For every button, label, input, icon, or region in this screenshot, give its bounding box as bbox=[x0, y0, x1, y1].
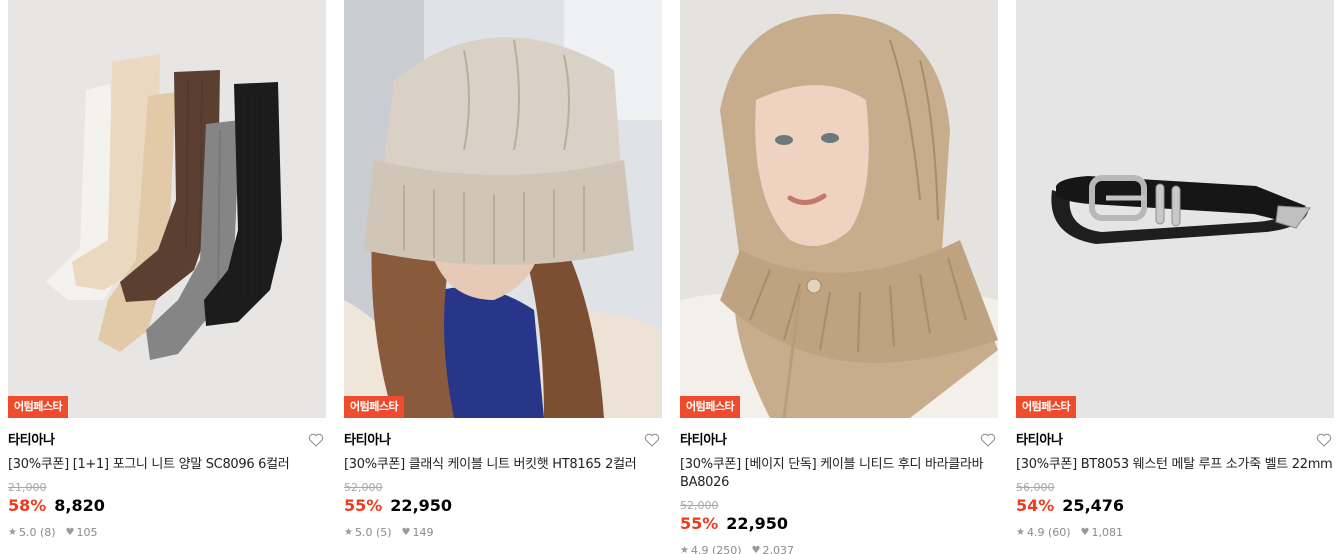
heart-icon[interactable] bbox=[1316, 432, 1332, 448]
star-icon: ★ bbox=[1016, 527, 1025, 538]
brand-name[interactable]: 타티아나 bbox=[1016, 432, 1334, 450]
product-title[interactable]: [30%쿠폰] 클래식 케이블 니트 버킷햇 HT8165 2컬러 bbox=[344, 456, 662, 474]
price-row: 58% 8,820 bbox=[8, 495, 326, 517]
rating-text: 5.0 (8) bbox=[18, 526, 56, 539]
product-image[interactable]: 어텀페스타 bbox=[1016, 0, 1334, 418]
heart-filled-icon: ♥ bbox=[751, 545, 761, 554]
price-row: 54% 25,476 bbox=[1016, 495, 1334, 517]
product-title[interactable]: [30%쿠폰] [베이지 단독] 케이블 니티드 후디 바라클라바 BA8026 bbox=[680, 456, 998, 492]
brand-row: 타티아나 bbox=[680, 432, 998, 454]
price-row: 55% 22,950 bbox=[344, 495, 662, 517]
sale-price: 25,476 bbox=[1062, 496, 1125, 515]
heart-icon[interactable] bbox=[980, 432, 996, 448]
rating-text: 4.9 (60) bbox=[1026, 526, 1071, 539]
heart-filled-icon: ♥ bbox=[65, 527, 75, 538]
promo-badge: 어텀페스타 bbox=[344, 396, 405, 418]
brand-name[interactable]: 타티아나 bbox=[344, 432, 662, 450]
review-meta: ★ 4.9 (60) ♥ 1,081 bbox=[1016, 526, 1334, 540]
product-title[interactable]: [30%쿠폰] [1+1] 포그니 니트 양말 SC8096 6컬러 bbox=[8, 456, 326, 474]
discount-rate: 55% bbox=[344, 496, 383, 515]
discount-rate: 55% bbox=[680, 514, 719, 533]
star-icon: ★ bbox=[344, 527, 353, 538]
product-card[interactable]: 어텀페스타 타티아나 [30%쿠폰] [1+1] 포그니 니트 양말 SC809… bbox=[8, 0, 326, 554]
likes-count: 2,037 bbox=[762, 544, 795, 554]
brand-name[interactable]: 타티아나 bbox=[680, 432, 998, 450]
product-image[interactable]: 어텀페스타 bbox=[8, 0, 326, 418]
rating: ★ 5.0 (5) bbox=[344, 526, 392, 540]
price-row: 55% 22,950 bbox=[680, 513, 998, 535]
brand-row: 타티아나 bbox=[8, 432, 326, 454]
likes-count: 149 bbox=[412, 526, 434, 539]
original-price: 21,000 bbox=[8, 481, 47, 494]
star-icon: ★ bbox=[680, 545, 689, 554]
promo-badge: 어텀페스타 bbox=[680, 396, 741, 418]
sale-price: 22,950 bbox=[726, 514, 789, 533]
likes: ♥ 1,081 bbox=[1081, 526, 1123, 540]
product-grid: 어텀페스타 타티아나 [30%쿠폰] [1+1] 포그니 니트 양말 SC809… bbox=[0, 0, 1340, 554]
brand-row: 타티아나 bbox=[344, 432, 662, 454]
likes: ♥ 105 bbox=[66, 526, 98, 540]
rating: ★ 4.9 (60) bbox=[1016, 526, 1071, 540]
likes: ♥ 2,037 bbox=[752, 544, 794, 554]
heart-filled-icon: ♥ bbox=[1080, 527, 1090, 538]
rating: ★ 5.0 (8) bbox=[8, 526, 56, 540]
product-image[interactable]: 어텀페스타 bbox=[680, 0, 998, 418]
sale-price: 8,820 bbox=[54, 496, 105, 515]
leather-belt-image bbox=[1016, 0, 1334, 418]
product-card[interactable]: 어텀페스타 타티아나 [30%쿠폰] [베이지 단독] 케이블 니티드 후디 바… bbox=[680, 0, 998, 554]
original-price: 56,000 bbox=[1016, 481, 1055, 494]
original-price: 52,000 bbox=[344, 481, 383, 494]
brand-row: 타티아나 bbox=[1016, 432, 1334, 454]
rating-text: 5.0 (5) bbox=[354, 526, 392, 539]
likes: ♥ 149 bbox=[402, 526, 434, 540]
knit-socks-image bbox=[8, 0, 326, 418]
sale-price: 22,950 bbox=[390, 496, 453, 515]
star-icon: ★ bbox=[8, 527, 17, 538]
heart-icon[interactable] bbox=[308, 432, 324, 448]
product-title[interactable]: [30%쿠폰] BT8053 웨스턴 메탈 루프 소가죽 벨트 22mm bbox=[1016, 456, 1334, 474]
knit-balaclava-image bbox=[680, 0, 998, 418]
discount-rate: 54% bbox=[1016, 496, 1055, 515]
knit-bucket-hat-image bbox=[344, 0, 662, 418]
promo-badge: 어텀페스타 bbox=[1016, 396, 1077, 418]
review-meta: ★ 4.9 (250) ♥ 2,037 bbox=[680, 544, 998, 554]
likes-count: 1,081 bbox=[1091, 526, 1124, 539]
rating: ★ 4.9 (250) bbox=[680, 544, 742, 554]
likes-count: 105 bbox=[76, 526, 98, 539]
rating-text: 4.9 (250) bbox=[690, 544, 742, 554]
product-card[interactable]: 어텀페스타 타티아나 [30%쿠폰] BT8053 웨스턴 메탈 루프 소가죽 … bbox=[1016, 0, 1334, 554]
original-price: 52,000 bbox=[680, 499, 719, 512]
promo-badge: 어텀페스타 bbox=[8, 396, 69, 418]
heart-icon[interactable] bbox=[644, 432, 660, 448]
discount-rate: 58% bbox=[8, 496, 47, 515]
product-image[interactable]: 어텀페스타 bbox=[344, 0, 662, 418]
heart-filled-icon: ♥ bbox=[401, 527, 411, 538]
brand-name[interactable]: 타티아나 bbox=[8, 432, 326, 450]
review-meta: ★ 5.0 (8) ♥ 105 bbox=[8, 526, 326, 540]
review-meta: ★ 5.0 (5) ♥ 149 bbox=[344, 526, 662, 540]
product-card[interactable]: 어텀페스타 타티아나 [30%쿠폰] 클래식 케이블 니트 버킷햇 HT8165… bbox=[344, 0, 662, 554]
